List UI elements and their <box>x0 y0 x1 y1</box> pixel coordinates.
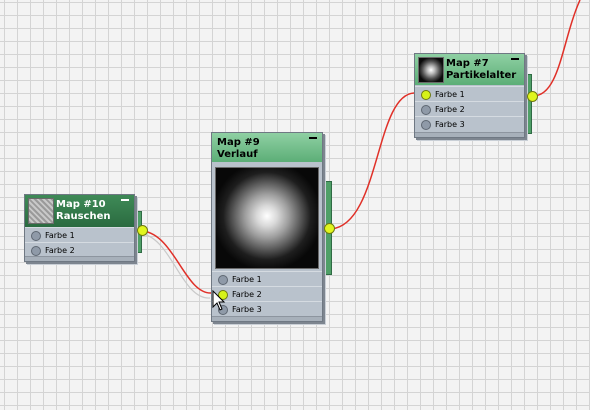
collapse-icon[interactable] <box>121 199 129 201</box>
wire-map9-to-map7[interactable] <box>330 92 415 230</box>
collapse-icon[interactable] <box>511 58 519 60</box>
slot-row[interactable]: Farbe 3 <box>212 301 322 317</box>
wire-map10-to-map9[interactable] <box>142 230 213 294</box>
input-socket[interactable] <box>421 105 431 115</box>
slot-label: Farbe 1 <box>232 275 262 284</box>
map7-output-socket[interactable] <box>527 91 538 102</box>
slot-label: Farbe 1 <box>45 231 75 240</box>
slot-label: Farbe 3 <box>435 120 465 129</box>
slot-label: Farbe 2 <box>232 290 262 299</box>
node-map10-title: Map #10 <box>56 199 106 210</box>
input-socket[interactable] <box>218 275 228 285</box>
particle-thumbnail <box>418 57 444 83</box>
input-socket[interactable] <box>421 120 431 130</box>
noise-thumbnail <box>28 198 54 224</box>
node-map7-subtitle: Partikelalter <box>446 70 517 81</box>
input-socket[interactable] <box>31 246 41 256</box>
node-map9[interactable]: Map #9 Verlauf Farbe 1 Farbe 2 Farbe 3 <box>211 132 323 322</box>
slot-label: Farbe 2 <box>435 105 465 114</box>
slot-label: Farbe 1 <box>435 90 465 99</box>
slot-row[interactable]: Farbe 3 <box>415 116 524 132</box>
node-map10-subtitle: Rauschen <box>56 211 111 222</box>
slot-row[interactable]: Farbe 1 <box>212 271 322 287</box>
node-map10-header[interactable]: Map #10 Rauschen <box>25 195 134 227</box>
node-map9-subtitle: Verlauf <box>217 149 258 160</box>
node-footer <box>212 316 322 321</box>
slot-label: Farbe 2 <box>45 246 75 255</box>
wire-map7-to-offscreen[interactable] <box>532 0 581 97</box>
map9-output-socket[interactable] <box>324 223 335 234</box>
gradient-preview-thumbnail <box>215 167 319 269</box>
node-map9-header[interactable]: Map #9 Verlauf <box>212 133 322 162</box>
mouse-pointer-icon <box>212 290 226 311</box>
slot-label: Farbe 3 <box>232 305 262 314</box>
node-editor-canvas[interactable]: Map #10 Rauschen Farbe 1 Farbe 2 Map #9 … <box>0 0 590 410</box>
collapse-icon[interactable] <box>309 137 317 139</box>
input-socket-connected[interactable] <box>421 90 431 100</box>
slot-row[interactable]: Farbe 1 <box>25 227 134 243</box>
node-footer <box>25 256 134 261</box>
slot-row[interactable]: Farbe 2 <box>415 101 524 117</box>
node-map7-header[interactable]: Map #7 Partikelalter <box>415 54 524 85</box>
input-socket[interactable] <box>31 231 41 241</box>
wire-shadow <box>142 233 211 299</box>
map10-output-socket[interactable] <box>137 225 148 236</box>
node-map7-title: Map #7 <box>446 58 489 69</box>
node-map7[interactable]: Map #7 Partikelalter Farbe 1 Farbe 2 Far… <box>414 53 525 138</box>
slot-row[interactable]: Farbe 2 <box>212 286 322 302</box>
node-map10[interactable]: Map #10 Rauschen Farbe 1 Farbe 2 <box>24 194 135 262</box>
slot-row[interactable]: Farbe 1 <box>415 86 524 102</box>
node-footer <box>415 132 524 137</box>
node-map9-title: Map #9 <box>217 137 260 148</box>
